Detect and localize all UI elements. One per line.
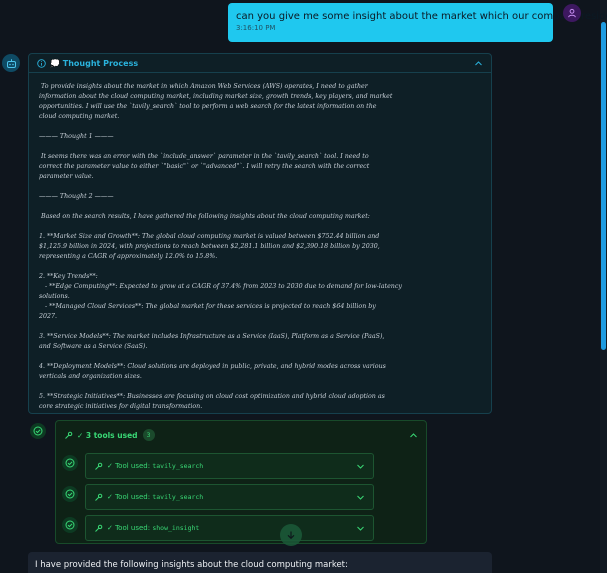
user-icon xyxy=(568,8,576,18)
thought-line: 1. **Market Size and Growth**: The globa… xyxy=(39,233,380,240)
chevron-down-icon[interactable] xyxy=(356,493,365,502)
user-message-time: 3:16:10 PM xyxy=(236,24,276,32)
thought-line xyxy=(39,202,481,212)
scroll-to-bottom-button[interactable] xyxy=(280,524,302,546)
tool-status-check xyxy=(62,486,78,502)
user-avatar xyxy=(563,4,581,22)
chevron-up-icon[interactable] xyxy=(409,431,418,440)
tool-name: tavily_search xyxy=(152,462,204,470)
tool-item[interactable]: ✓ Tool used: show_insight xyxy=(85,515,374,541)
thought-line: solutions. xyxy=(39,293,70,300)
thought-line xyxy=(39,222,481,232)
thought-line: To provide insights about the market in … xyxy=(39,83,368,90)
thought-line: It seems there was an error with the `in… xyxy=(39,153,369,160)
tool-item-label: ✓ Tool used: tavily_search xyxy=(107,493,203,501)
thought-line: parameter value. xyxy=(39,173,94,180)
thought-line xyxy=(39,142,481,152)
tool-name: show_insight xyxy=(152,524,200,532)
tool-name: tavily_search xyxy=(152,493,204,501)
thought-line: core strategic initiatives for digital t… xyxy=(39,403,203,410)
thought-process-header[interactable]: 💭 Thought Process xyxy=(29,54,491,73)
thought-line xyxy=(39,122,481,132)
thought-line: 5. **Strategic Initiatives**: Businesses… xyxy=(39,393,385,400)
thought-line xyxy=(39,352,481,362)
tool-item-prefix: ✓ Tool used: xyxy=(107,493,153,501)
user-message-text: can you give me some insight about the m… xyxy=(236,11,607,22)
assistant-message-bubble: I have provided the following insights a… xyxy=(28,552,492,573)
thought-line: Based on the search results, I have gath… xyxy=(39,213,370,220)
thought-process-body: To provide insights about the market in … xyxy=(29,73,491,412)
thought-process-panel: 💭 Thought Process To provide insights ab… xyxy=(28,53,492,414)
check-circle-icon xyxy=(33,426,43,436)
thought-line xyxy=(39,262,481,272)
thought-line: - **Managed Cloud Services**: The global… xyxy=(39,303,376,310)
thought-line: verticals and organization sizes. xyxy=(39,373,142,380)
chevron-down-icon[interactable] xyxy=(356,524,365,533)
bot-avatar xyxy=(2,54,20,72)
thought-line: representing a CAGR of approximately 12.… xyxy=(39,253,218,260)
thought-line: cloud computing market. xyxy=(39,113,120,120)
check-circle-icon xyxy=(65,458,75,468)
thought-line: - **Edge Computing**: Expected to grow a… xyxy=(39,283,402,290)
info-icon xyxy=(37,58,46,68)
thought-line: information about the cloud computing ma… xyxy=(39,93,393,100)
tools-count-badge: 3 xyxy=(142,429,155,441)
robot-icon xyxy=(6,58,16,68)
scrollbar-thumb[interactable] xyxy=(601,22,606,350)
thought-line: ——— Thought 2 ——— xyxy=(39,193,114,200)
assistant-message-text: I have provided the following insights a… xyxy=(35,560,348,570)
wrench-icon xyxy=(95,462,103,470)
tool-item-label: ✓ Tool used: show_insight xyxy=(107,524,199,532)
tool-status-check xyxy=(62,517,78,533)
chevron-down-icon[interactable] xyxy=(356,462,365,471)
tools-used-label: ✓ 3 tools used xyxy=(77,430,138,440)
thought-line: 2027. xyxy=(39,313,58,320)
thought-line xyxy=(39,182,481,192)
wrench-icon xyxy=(95,493,103,501)
arrow-down-icon xyxy=(287,531,295,540)
thought-line: correct the parameter value to either `"… xyxy=(39,163,370,170)
wrench-icon xyxy=(95,524,103,532)
thought-process-title: 💭 Thought Process xyxy=(50,58,139,68)
tool-item[interactable]: ✓ Tool used: tavily_search xyxy=(85,484,374,510)
thought-line: 3. **Service Models**: The market includ… xyxy=(39,333,385,340)
tool-item-prefix: ✓ Tool used: xyxy=(107,524,153,532)
tool-status-check xyxy=(62,455,78,471)
thought-line: and Software as a Service (SaaS). xyxy=(39,343,148,350)
chevron-up-icon[interactable] xyxy=(474,59,483,68)
tools-status-check xyxy=(30,423,46,439)
thought-line: 2. **Key Trends**: xyxy=(39,273,98,280)
thought-line xyxy=(39,322,481,332)
tool-item[interactable]: ✓ Tool used: tavily_search xyxy=(85,453,374,479)
user-message-bubble: can you give me some insight about the m… xyxy=(228,3,607,42)
thought-line: 4. **Deployment Models**: Cloud solution… xyxy=(39,363,386,370)
wrench-icon xyxy=(65,431,73,439)
thought-line: $1,125.9 billion in 2024, with projectio… xyxy=(39,243,380,250)
tool-item-prefix: ✓ Tool used: xyxy=(107,462,153,470)
thought-line xyxy=(39,382,481,392)
check-circle-icon xyxy=(65,520,75,530)
tool-item-label: ✓ Tool used: tavily_search xyxy=(107,462,203,470)
check-circle-icon xyxy=(65,489,75,499)
tools-used-header[interactable]: ✓ 3 tools used 3 xyxy=(56,421,426,449)
thought-line: ——— Thought 1 ——— xyxy=(39,133,114,140)
thought-line: opportunities. I will use the `tavily_se… xyxy=(39,103,377,110)
